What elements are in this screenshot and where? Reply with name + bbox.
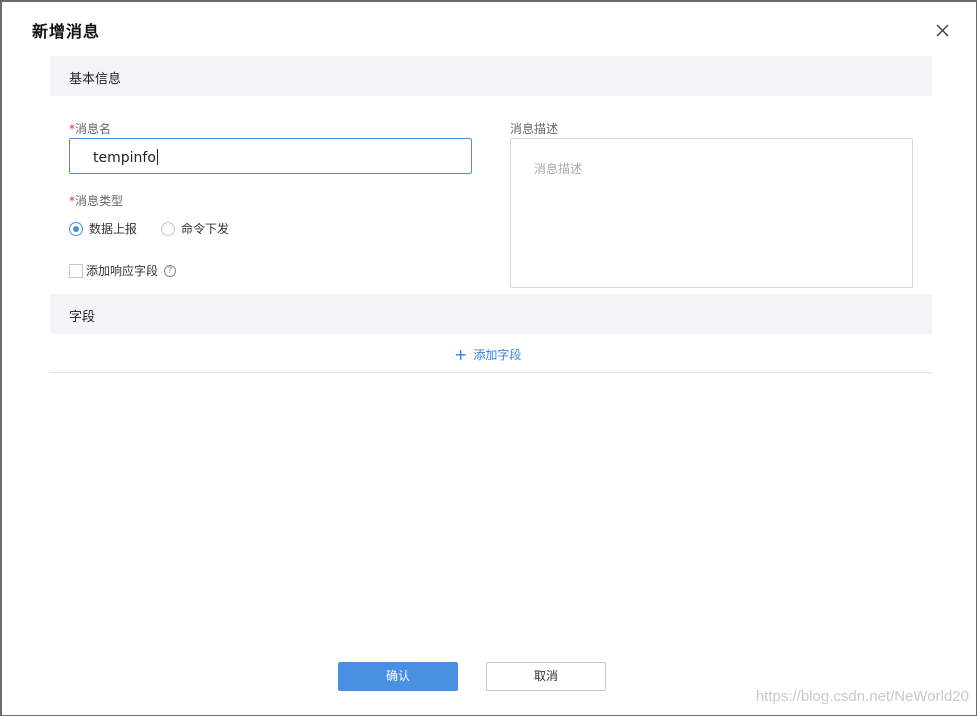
confirm-button[interactable]: 确认 (338, 662, 458, 691)
radio-unchecked-icon (161, 221, 175, 236)
divider (50, 372, 932, 373)
radio-data-report[interactable]: 数据上报 (69, 220, 137, 237)
basic-info-section-header: 基本信息 (50, 56, 932, 96)
fields-section-header: 字段 (50, 294, 932, 334)
message-description-label: 消息描述 (510, 122, 559, 136)
dialog-title: 新增消息 (32, 22, 101, 41)
watermark-text: https://blog.csdn.net/NeWorld20 (755, 688, 969, 705)
add-field-label: 添加字段 (473, 348, 522, 362)
radio-label: 数据上报 (89, 222, 138, 236)
message-type-label: *消息类型 (69, 194, 124, 208)
radio-command-send[interactable]: 命令下发 (161, 220, 229, 237)
radio-label: 命令下发 (181, 222, 230, 236)
message-name-label: *消息名 (69, 122, 112, 136)
section-title: 基本信息 (69, 72, 122, 87)
message-name-input[interactable]: tempinfo (69, 138, 472, 174)
section-title: 字段 (69, 310, 96, 325)
close-icon[interactable] (934, 22, 951, 39)
add-response-field-checkbox-row: 添加响应字段 ? (69, 262, 177, 279)
checkbox-label: 添加响应字段 (86, 264, 159, 278)
radio-checked-icon (69, 221, 83, 236)
text-caret (156, 149, 158, 165)
add-field-button[interactable]: + 添加字段 (454, 346, 521, 363)
add-response-field-checkbox[interactable] (69, 263, 83, 278)
description-placeholder: 消息描述 (534, 162, 583, 176)
cancel-button[interactable]: 取消 (486, 662, 606, 691)
message-description-textarea[interactable]: 消息描述 (510, 138, 913, 288)
message-name-value: tempinfo (93, 150, 156, 166)
plus-icon: + (454, 344, 468, 364)
help-icon[interactable]: ? (164, 264, 177, 277)
